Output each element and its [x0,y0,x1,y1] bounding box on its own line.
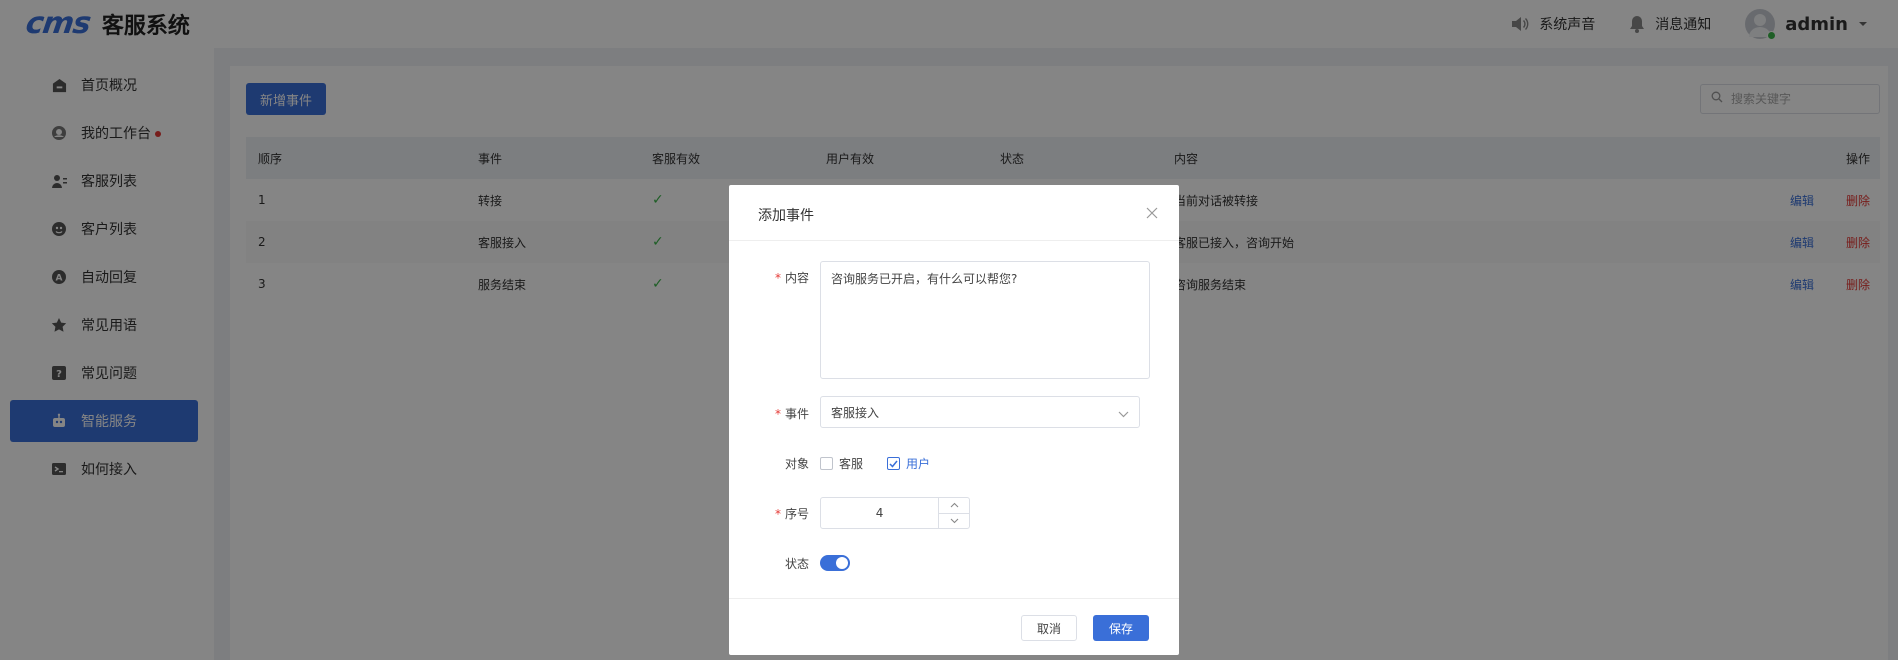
content-label-text: 内容 [784,271,809,285]
user-checkbox[interactable] [887,457,901,470]
target-field-label: 对象 [784,457,809,471]
close-icon[interactable] [1145,206,1159,220]
order-label-text: 序号 [784,507,809,521]
status-field-label: 状态 [784,557,809,571]
add-event-dialog: 添加事件 * 内容 咨询服务已开启，有什么可以帮您? * 事件 客服接入 对象 客服… [729,185,1179,655]
order-stepper-value[interactable]: 4 [821,498,938,528]
cancel-button[interactable]: 取消 [1021,615,1077,641]
event-field-label: * 事件 [729,405,809,422]
dialog-title: 添加事件 [758,208,814,224]
order-field-label: * 序号 [729,505,809,522]
chevron-up-icon[interactable] [939,498,969,513]
chevron-down-icon [1118,407,1129,421]
target-checkbox-group: 客服 用户 [820,455,948,472]
content-textarea[interactable]: 咨询服务已开启，有什么可以帮您? [820,261,1150,379]
required-mark: * [774,507,781,521]
chevron-down-icon[interactable] [939,512,969,529]
save-button[interactable]: 保存 [1093,615,1149,641]
dialog-header-divider [729,240,1179,241]
order-stepper[interactable]: 4 [820,497,970,529]
toggle-knob [836,557,848,569]
agent-checkbox[interactable] [820,457,833,470]
stepper-arrows [938,498,969,528]
required-mark: * [774,407,781,421]
content-field-label: * 内容 [729,269,809,286]
agent-checkbox-label[interactable]: 客服 [839,455,863,472]
required-mark: * [774,271,781,285]
status-toggle[interactable] [820,555,850,571]
event-label-text: 事件 [784,407,809,421]
user-checkbox-label[interactable]: 用户 [906,455,930,472]
event-select-value: 客服接入 [831,405,880,420]
event-select[interactable]: 客服接入 [820,396,1140,428]
dialog-footer-divider [729,598,1179,599]
